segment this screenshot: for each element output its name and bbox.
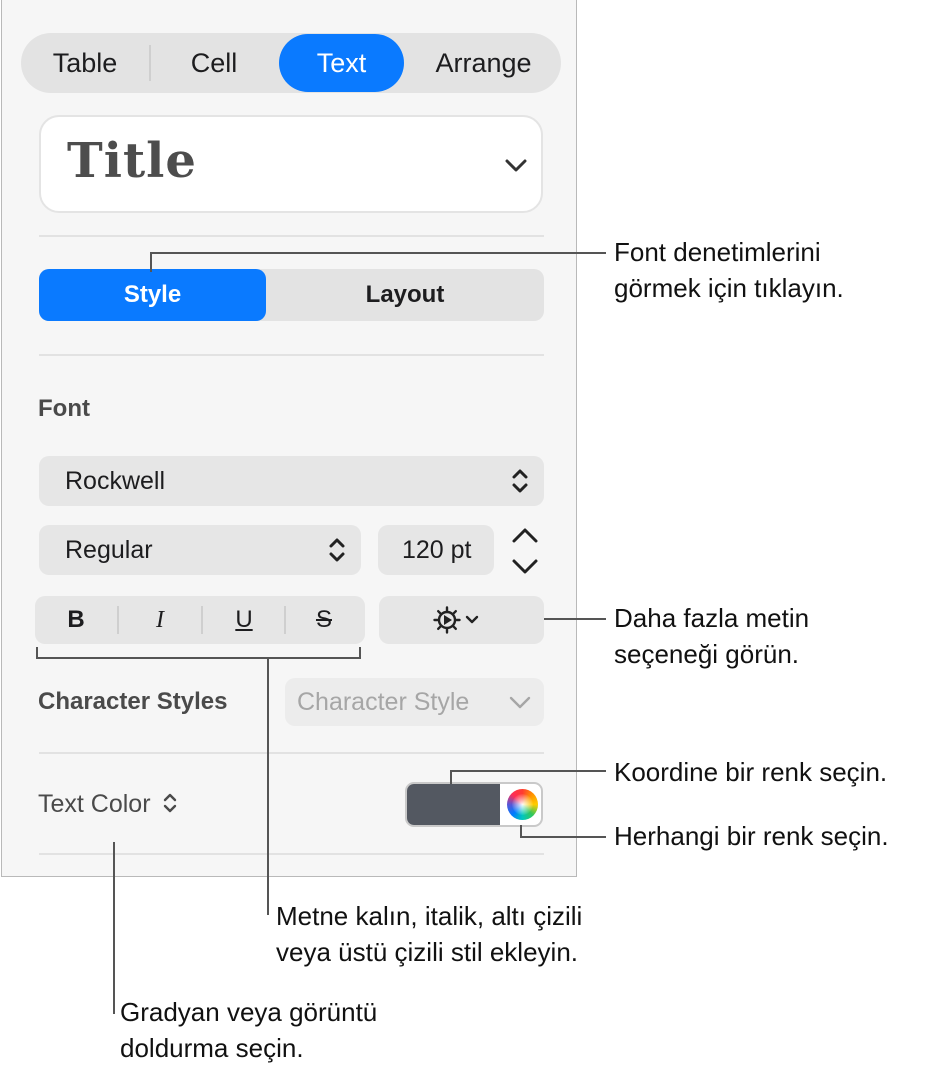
typeface-value: Regular — [65, 536, 153, 564]
font-size-value: 120 pt — [402, 536, 472, 564]
font-size-stepper[interactable] — [508, 524, 542, 578]
gear-chevron-icon — [433, 606, 479, 634]
style-button[interactable]: Style — [39, 269, 266, 321]
up-down-chevron-icon — [329, 538, 345, 562]
callout-more-options: Daha fazla metin seçeneği görün. — [614, 600, 809, 672]
color-well[interactable] — [405, 782, 543, 827]
up-down-chevron-icon — [163, 793, 176, 813]
bold-button[interactable]: B — [35, 596, 117, 644]
font-family-popup[interactable]: Rockwell — [39, 456, 544, 506]
text-color-popup[interactable]: Text Color — [38, 790, 178, 819]
callout-line — [150, 252, 152, 272]
callout-line — [520, 836, 606, 838]
color-swatch[interactable] — [407, 784, 500, 825]
callout-text-color: Gradyan veya görüntü doldurma seçin. — [120, 994, 377, 1066]
chevron-down-icon — [505, 159, 527, 172]
paragraph-style-dropdown[interactable]: Title — [39, 115, 543, 213]
underline-button[interactable]: U — [203, 596, 285, 644]
divider — [39, 354, 544, 356]
layout-button[interactable]: Layout — [266, 269, 544, 321]
format-bracket — [359, 647, 361, 658]
callout-line — [450, 770, 452, 784]
divider — [39, 752, 544, 754]
callout-line — [113, 842, 115, 1014]
tab-arrange[interactable]: Arrange — [416, 33, 551, 93]
callout-text: veya üstü çizili stil ekleyin. — [276, 937, 578, 967]
format-inspector-panel: Table Cell Text Arrange Title Style Layo… — [1, 0, 577, 877]
chevron-down-icon — [509, 696, 531, 709]
inspector-tab-bar: Table Cell Text Arrange — [21, 33, 561, 93]
text-color-label: Text Color — [38, 790, 151, 818]
strikethrough-button[interactable]: S — [283, 596, 365, 644]
up-down-chevron-icon — [512, 469, 528, 493]
character-style-placeholder: Character Style — [297, 688, 470, 716]
format-bracket — [36, 647, 38, 658]
callout-text: Daha fazla metin — [614, 603, 810, 633]
callout-text: Metne kalın, italik, altı çizili — [276, 901, 583, 931]
callout-line — [150, 252, 606, 254]
character-style-popup[interactable]: Character Style — [285, 678, 544, 726]
style-layout-segmented-control: Style Layout — [39, 269, 544, 321]
character-styles-label: Character Styles — [38, 688, 228, 715]
callout-style-tab: Font denetimlerini görmek için tıklayın. — [614, 234, 844, 306]
callout-color-wheel: Herhangi bir renk seçin. — [614, 821, 889, 851]
format-bracket — [36, 657, 361, 659]
typeface-popup[interactable]: Regular — [39, 525, 361, 575]
callout-line — [450, 770, 606, 772]
paragraph-style-value: Title — [67, 133, 197, 189]
divider — [39, 235, 544, 237]
font-size-field[interactable]: 120 pt — [378, 525, 494, 575]
callout-text: Gradyan veya görüntü — [120, 997, 378, 1027]
callout-text: görmek için tıklayın. — [614, 273, 844, 303]
font-family-value: Rockwell — [65, 467, 166, 495]
italic-button[interactable]: I — [119, 596, 201, 644]
callout-line — [544, 618, 606, 620]
tab-table[interactable]: Table — [21, 33, 149, 93]
tab-text[interactable]: Text — [279, 34, 404, 92]
text-format-buttons: B I U S — [35, 596, 365, 644]
callout-text: doldurma seçin. — [120, 1033, 304, 1063]
color-wheel-icon[interactable] — [507, 789, 538, 820]
callout-color-well: Koordine bir renk seçin. — [614, 757, 888, 787]
more-text-options-button[interactable] — [379, 596, 544, 644]
callout-format: Metne kalın, italik, altı çizili veya üs… — [276, 898, 582, 970]
tab-cell[interactable]: Cell — [151, 33, 277, 93]
font-heading: Font — [38, 395, 90, 422]
callout-line — [267, 657, 269, 915]
callout-text: Font denetimlerini — [614, 237, 821, 267]
callout-text: seçeneği görün. — [614, 639, 800, 669]
